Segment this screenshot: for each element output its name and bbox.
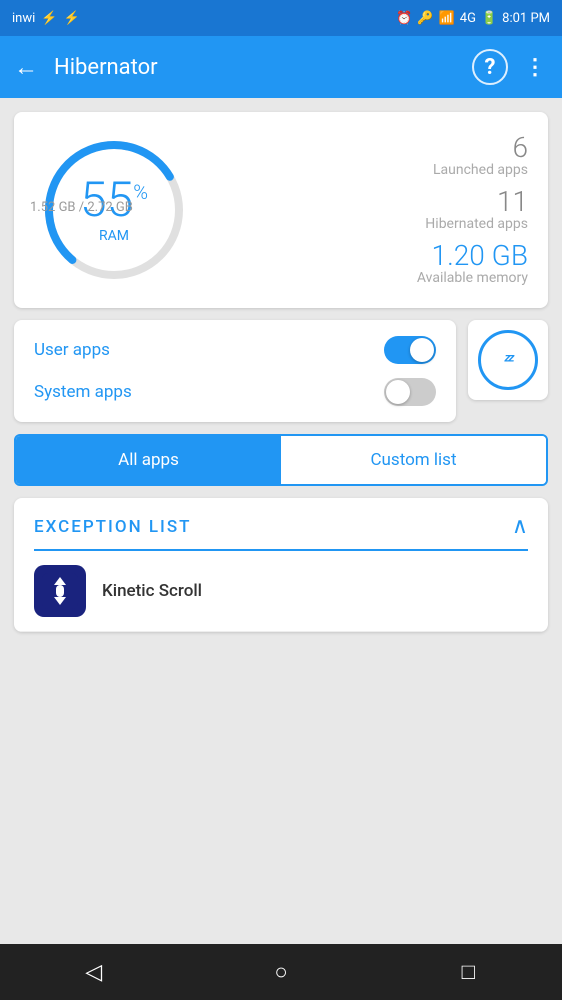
key-icon: 🔑 bbox=[417, 11, 433, 26]
exception-title: Exception List bbox=[34, 517, 192, 537]
user-apps-knob bbox=[410, 338, 434, 362]
user-apps-toggle[interactable] bbox=[384, 336, 436, 364]
stats-right: 6 Launched apps 11 Hibernated apps 1.20 … bbox=[194, 134, 528, 286]
nav-back-button[interactable]: ◁ bbox=[69, 947, 119, 997]
hibernated-label: Hibernated apps bbox=[214, 216, 528, 232]
system-apps-row: System apps bbox=[34, 378, 436, 406]
ram-usage: 1.52 GB / 2.72 GB bbox=[30, 200, 133, 215]
toggle-card: User apps System apps bbox=[14, 320, 456, 422]
back-button[interactable]: ← bbox=[14, 53, 38, 82]
help-button[interactable]: ? bbox=[472, 49, 508, 85]
menu-button[interactable]: ⋮ bbox=[524, 55, 548, 80]
hibernated-count: 11 bbox=[214, 188, 528, 216]
wifi-icon: 📶 bbox=[439, 11, 455, 26]
user-apps-label: User apps bbox=[34, 340, 110, 360]
exception-card: Exception List ∧ bbox=[14, 498, 548, 632]
bottom-nav: ◁ ○ □ bbox=[0, 944, 562, 1000]
available-memory-stat: 1.20 GB Available memory bbox=[214, 242, 528, 286]
launched-label: Launched apps bbox=[214, 162, 528, 178]
nav-home-button[interactable]: ○ bbox=[256, 947, 306, 997]
launched-count: 6 bbox=[214, 134, 528, 162]
list-item: Kinetic Scroll bbox=[14, 551, 548, 632]
usb2-icon: ⚡ bbox=[63, 11, 79, 26]
user-apps-row: User apps bbox=[34, 336, 436, 364]
time-label: 8:01 PM bbox=[502, 11, 550, 26]
system-apps-knob bbox=[386, 380, 410, 404]
app-icon-kinetic-scroll bbox=[34, 565, 86, 617]
sleep-circle-icon: ᶻᶻ bbox=[478, 330, 538, 390]
toolbar: ← Hibernator ? ⋮ bbox=[0, 36, 562, 98]
alarm-icon: ⏰ bbox=[396, 11, 412, 26]
app-name-kinetic-scroll: Kinetic Scroll bbox=[102, 581, 202, 601]
status-bar: inwi ⚡ ⚡ ⏰ 🔑 📶 4G 🔋 8:01 PM bbox=[0, 0, 562, 36]
nav-recent-button[interactable]: □ bbox=[443, 947, 493, 997]
ram-label: RAM bbox=[80, 228, 148, 244]
available-memory-label: Available memory bbox=[214, 270, 528, 286]
stats-card: 55% RAM 1.52 GB / 2.72 GB 6 Launched app… bbox=[14, 112, 548, 308]
tab-custom-list[interactable]: Custom list bbox=[281, 436, 546, 484]
exception-header: Exception List ∧ bbox=[14, 498, 548, 549]
main-content: 55% RAM 1.52 GB / 2.72 GB 6 Launched app… bbox=[0, 98, 562, 632]
available-memory-value: 1.20 GB bbox=[214, 242, 528, 270]
sleep-button[interactable]: ᶻᶻ bbox=[468, 320, 548, 400]
system-apps-toggle[interactable] bbox=[384, 378, 436, 406]
tab-all-apps[interactable]: All apps bbox=[16, 436, 281, 484]
usb-icon: ⚡ bbox=[41, 11, 57, 26]
battery-icon: 🔋 bbox=[481, 11, 497, 26]
exception-collapse-button[interactable]: ∧ bbox=[512, 514, 528, 539]
controls-row: User apps System apps ᶻᶻ bbox=[14, 320, 548, 422]
status-bar-right: ⏰ 🔑 📶 4G 🔋 8:01 PM bbox=[396, 11, 550, 26]
tabs-row: All apps Custom list bbox=[14, 434, 548, 486]
status-bar-left: inwi ⚡ ⚡ bbox=[12, 11, 80, 26]
carrier-label: inwi bbox=[12, 11, 35, 26]
system-apps-label: System apps bbox=[34, 382, 132, 402]
toolbar-title: Hibernator bbox=[54, 55, 456, 80]
hibernated-stat: 11 Hibernated apps bbox=[214, 188, 528, 232]
signal-icon: 4G bbox=[460, 11, 476, 26]
launched-stat: 6 Launched apps bbox=[214, 134, 528, 178]
